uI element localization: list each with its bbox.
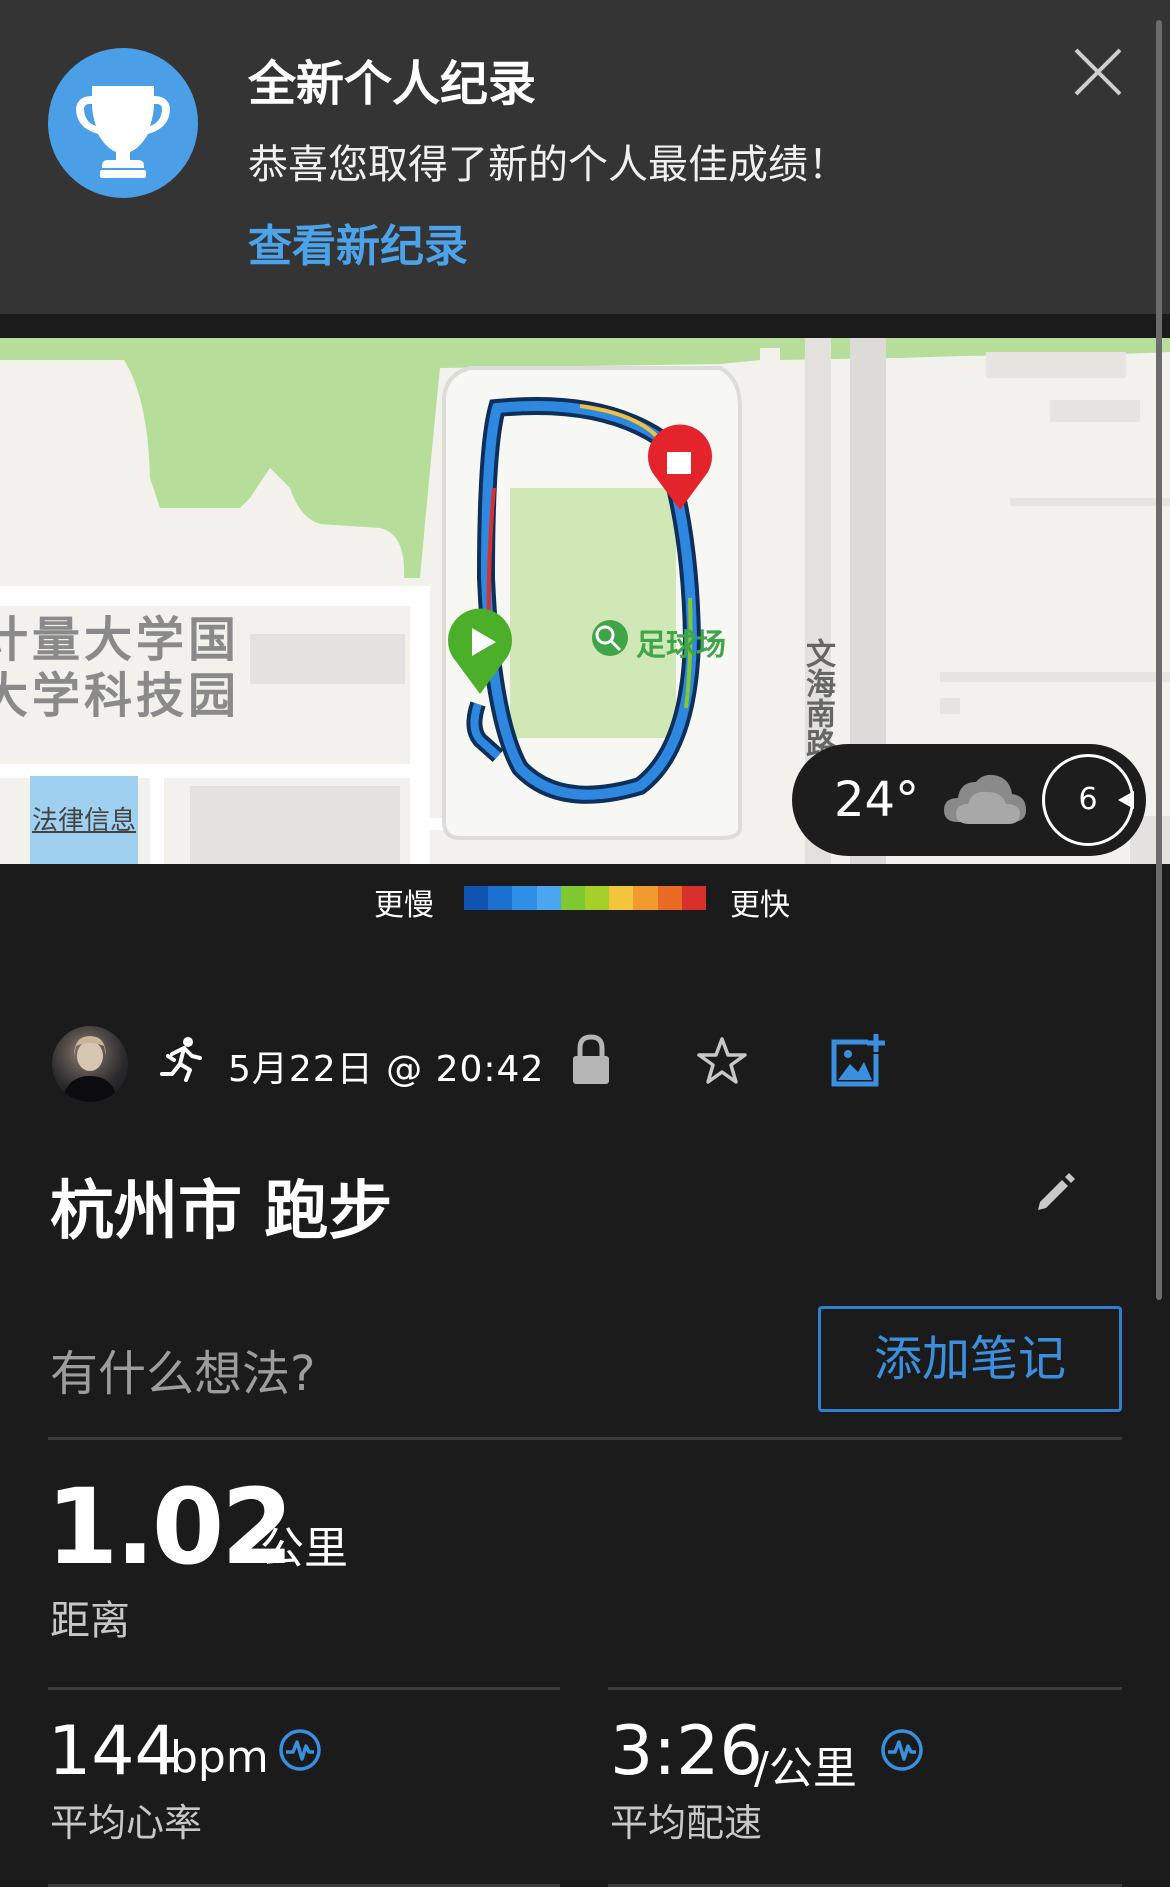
avatar[interactable] xyxy=(52,1026,128,1102)
distance-label: 距离 xyxy=(50,1598,130,1644)
distance-value: 1.02 xyxy=(46,1466,294,1588)
banner-subtitle: 恭喜您取得了新的个人最佳成绩！ xyxy=(248,142,848,188)
activity-title: 杭州市 跑步 xyxy=(50,1175,393,1249)
pace-color-segment xyxy=(464,886,489,910)
banner-title: 全新个人纪录 xyxy=(248,56,537,112)
pace-color-segment xyxy=(609,886,634,910)
pace-color-segment xyxy=(657,886,682,910)
temperature: 24° xyxy=(834,772,920,828)
avg-heart-rate-label: 平均心率 xyxy=(50,1801,203,1845)
avg-heart-rate-unit: bpm xyxy=(170,1732,269,1783)
distance-unit: 公里 xyxy=(260,1523,348,1574)
campus-label: 大学科技园 xyxy=(0,668,241,724)
trophy-icon xyxy=(48,48,198,198)
cloud-icon xyxy=(944,774,1026,824)
pace-color-segment xyxy=(633,886,658,910)
close-icon[interactable] xyxy=(1070,44,1126,100)
avg-heart-rate-value: 144 xyxy=(48,1712,178,1791)
slower-label: 更慢 xyxy=(374,888,434,923)
faster-label: 更快 xyxy=(730,888,790,923)
divider xyxy=(48,1437,1122,1440)
divider xyxy=(48,1687,560,1690)
add-note-button[interactable]: 添加笔记 xyxy=(818,1306,1122,1412)
running-icon xyxy=(160,1037,202,1082)
avg-pace-value: 3:26 xyxy=(610,1712,763,1791)
pace-color-segment xyxy=(512,886,537,910)
sensor-icon[interactable] xyxy=(278,1728,322,1772)
legal-info-link[interactable]: 法律信息 xyxy=(32,800,136,837)
notes-prompt[interactable]: 有什么想法? xyxy=(50,1334,315,1404)
road-label: 文海南路 xyxy=(800,638,835,758)
pace-color-segment xyxy=(536,886,561,910)
lock-icon[interactable] xyxy=(570,1034,612,1086)
pace-color-segment xyxy=(560,886,586,910)
avg-pace-unit: /公里 xyxy=(754,1743,857,1794)
soccer-field-label: 足球场 xyxy=(636,628,726,663)
activity-datetime: 5月22日 @ 20:42 xyxy=(228,1049,545,1090)
scrollbar[interactable] xyxy=(1156,20,1162,1300)
sensor-icon[interactable] xyxy=(880,1728,924,1772)
pace-color-segment xyxy=(681,886,707,910)
view-new-record-link[interactable]: 查看新纪录 xyxy=(248,210,468,274)
add-photo-icon[interactable] xyxy=(830,1032,886,1088)
pace-color-scale xyxy=(464,886,707,910)
divider xyxy=(608,1687,1122,1690)
spacer xyxy=(0,314,1170,338)
pace-color-segment xyxy=(585,886,610,910)
pace-color-segment xyxy=(488,886,513,910)
star-icon[interactable] xyxy=(696,1036,748,1086)
avg-pace-label: 平均配速 xyxy=(610,1801,763,1845)
wind-direction-icon xyxy=(1118,791,1134,809)
edit-icon[interactable] xyxy=(1032,1170,1078,1216)
